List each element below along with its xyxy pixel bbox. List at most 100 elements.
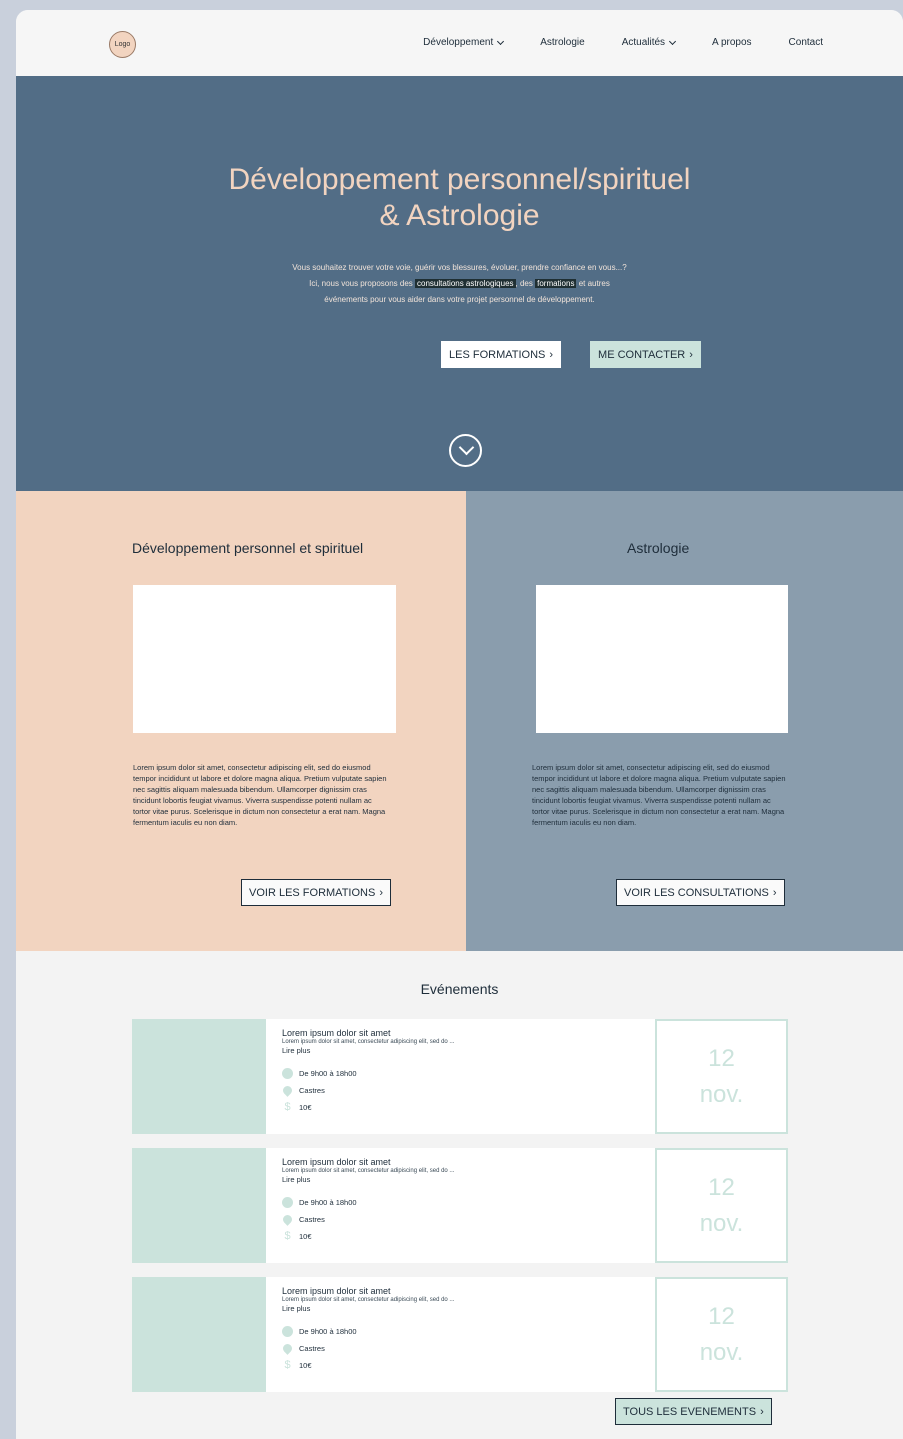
chevron-right-icon: › xyxy=(760,1405,764,1418)
chevron-right-icon: › xyxy=(772,886,777,899)
event-time-label: De 9h00 à 18h00 xyxy=(299,1069,357,1078)
event-day: 12 xyxy=(708,1302,735,1330)
event-place: Castres xyxy=(281,1084,454,1097)
chevron-right-icon: › xyxy=(549,348,554,361)
event-place-label: Castres xyxy=(299,1215,325,1224)
hero-intro-text: , des xyxy=(515,279,536,288)
read-more-link[interactable]: Lire plus xyxy=(282,1304,454,1313)
event-month: nov. xyxy=(699,1080,744,1108)
chevron-right-icon: › xyxy=(379,886,383,899)
event-month: nov. xyxy=(699,1338,744,1366)
event-title: Lorem ipsum dolor sit amet xyxy=(282,1157,391,1167)
hero-title: Développement personnel/spirituel & Astr… xyxy=(16,162,903,234)
event-card[interactable]: Lorem ipsum dolor sit amet Lorem ipsum d… xyxy=(132,1148,788,1263)
formations-button[interactable]: LES FORMATIONS › xyxy=(441,341,562,368)
hero-intro-text: et autres xyxy=(576,279,610,288)
hero-intro-text: Ici, nous vous proposons des xyxy=(309,279,416,288)
contact-button[interactable]: ME CONTACTER › xyxy=(590,341,701,368)
column-title: Développement personnel et spirituel xyxy=(132,540,364,556)
clock-icon xyxy=(282,1197,293,1208)
event-place-label: Castres xyxy=(299,1344,325,1353)
image-placeholder xyxy=(133,585,396,733)
column-text: Lorem ipsum dolor sit amet, consectetur … xyxy=(133,763,387,827)
event-price-label: 10€ xyxy=(299,1103,312,1112)
event-date: 12 nov. xyxy=(655,1148,788,1263)
voir-formations-button[interactable]: VOIR LES FORMATIONS › xyxy=(241,879,391,906)
nav-item-contact[interactable]: Contact xyxy=(789,37,823,48)
event-time: De 9h00 à 18h00 xyxy=(282,1197,454,1208)
event-price: $ 10€ xyxy=(282,1102,454,1113)
event-card[interactable]: Lorem ipsum dolor sit amet Lorem ipsum d… xyxy=(132,1277,788,1392)
event-day: 12 xyxy=(708,1173,735,1201)
hero-intro: Vous souhaitez trouver votre voie, guéri… xyxy=(16,260,903,308)
developpement-column: Développement personnel et spirituel Lor… xyxy=(16,491,466,951)
location-pin-icon xyxy=(281,1213,294,1226)
event-title: Lorem ipsum dolor sit amet xyxy=(282,1286,391,1296)
column-title: Astrologie xyxy=(627,540,690,556)
nav-item-astrologie[interactable]: Astrologie xyxy=(540,37,584,48)
voir-formations-wrapper: VOIR LES FORMATIONS › xyxy=(241,879,391,906)
clock-icon xyxy=(282,1068,293,1079)
button-label: TOUS LES EVENEMENTS xyxy=(623,1405,757,1418)
event-description: Lorem ipsum dolor sit amet, consectetur … xyxy=(282,1297,455,1303)
hero-section: Développement personnel/spirituel & Astr… xyxy=(16,76,903,491)
services-section: Développement personnel et spirituel Lor… xyxy=(16,491,903,951)
event-place: Castres xyxy=(281,1342,454,1355)
event-place-label: Castres xyxy=(299,1086,325,1095)
voir-consultations-wrapper: VOIR LES CONSULTATIONS › xyxy=(616,879,785,906)
event-day: 12 xyxy=(708,1044,735,1072)
event-date: 12 nov. xyxy=(655,1277,788,1392)
hero-title-line-1: Développement personnel/spirituel xyxy=(228,163,691,196)
event-price: $ 10€ xyxy=(282,1360,454,1371)
nav-item-label: Contact xyxy=(788,37,823,48)
nav-item-developpement[interactable]: Développement xyxy=(423,37,505,48)
column-text: Lorem ipsum dolor sit amet, consectetur … xyxy=(532,763,786,827)
hero-intro-line-3: événements pour vous aider dans votre pr… xyxy=(324,295,595,304)
event-time-label: De 9h00 à 18h00 xyxy=(299,1198,357,1207)
all-events-button[interactable]: TOUS LES EVENEMENTS › xyxy=(615,1398,772,1425)
event-body: Lorem ipsum dolor sit amet Lorem ipsum d… xyxy=(281,1028,455,1113)
chevron-down-icon xyxy=(669,37,677,45)
chevron-down-icon xyxy=(497,37,505,45)
clock-icon xyxy=(282,1326,293,1337)
read-more-link[interactable]: Lire plus xyxy=(282,1175,454,1184)
nav-item-label: Astrologie xyxy=(540,37,585,48)
button-label: LES FORMATIONS xyxy=(449,348,546,361)
hero-title-line-2: & Astrologie xyxy=(379,199,540,232)
hero-intro-line-1: Vous souhaitez trouver votre voie, guéri… xyxy=(292,263,627,272)
button-label: VOIR LES FORMATIONS xyxy=(249,886,376,899)
event-time: De 9h00 à 18h00 xyxy=(282,1326,454,1337)
read-more-link[interactable]: Lire plus xyxy=(282,1046,454,1055)
event-time: De 9h00 à 18h00 xyxy=(282,1068,454,1079)
event-price: $ 10€ xyxy=(282,1231,454,1242)
event-date: 12 nov. xyxy=(655,1019,788,1134)
formations-link[interactable]: formations xyxy=(535,279,577,288)
consultations-link[interactable]: consultations astrologiques xyxy=(415,279,516,288)
scroll-down-icon[interactable] xyxy=(449,434,482,467)
event-description: Lorem ipsum dolor sit amet, consectetur … xyxy=(282,1039,455,1045)
astrologie-column: Astrologie Lorem ipsum dolor sit amet, c… xyxy=(466,491,903,951)
all-events-wrapper: TOUS LES EVENEMENTS › xyxy=(615,1398,772,1425)
event-image xyxy=(132,1277,266,1392)
nav-links: Développement Astrologie Actualités A pr… xyxy=(423,37,823,48)
event-price-label: 10€ xyxy=(299,1232,312,1241)
button-label: VOIR LES CONSULTATIONS xyxy=(624,886,769,899)
page-frame: Logo Développement Astrologie Actualités… xyxy=(16,10,903,1439)
voir-consultations-button[interactable]: VOIR LES CONSULTATIONS › xyxy=(616,879,785,906)
nav-item-label: Actualités xyxy=(621,37,666,48)
dollar-icon: $ xyxy=(284,1101,291,1113)
dollar-icon: $ xyxy=(284,1230,291,1242)
event-body: Lorem ipsum dolor sit amet Lorem ipsum d… xyxy=(281,1286,455,1371)
event-card[interactable]: Lorem ipsum dolor sit amet Lorem ipsum d… xyxy=(132,1019,788,1134)
button-label: ME CONTACTER xyxy=(598,348,686,361)
event-month: nov. xyxy=(699,1209,744,1237)
logo[interactable]: Logo xyxy=(109,31,136,58)
nav-item-actualites[interactable]: Actualités xyxy=(621,37,677,48)
nav-item-a-propos[interactable]: A propos xyxy=(712,37,751,48)
hero-intro-line-2: Ici, nous vous proposons des consultatio… xyxy=(16,276,903,292)
event-place: Castres xyxy=(281,1213,454,1226)
location-pin-icon xyxy=(281,1342,294,1355)
dollar-icon: $ xyxy=(284,1359,291,1371)
event-description: Lorem ipsum dolor sit amet, consectetur … xyxy=(282,1168,455,1174)
nav-item-label: Développement xyxy=(423,37,494,48)
